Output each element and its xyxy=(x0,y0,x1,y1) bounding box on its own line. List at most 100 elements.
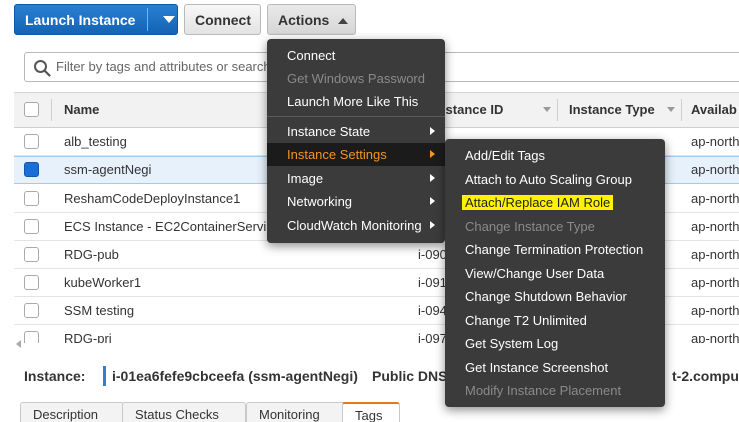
connect-button[interactable]: Connect xyxy=(184,4,261,35)
chevron-up-icon xyxy=(338,18,348,24)
row-checkbox[interactable] xyxy=(24,191,39,206)
launch-instance-button[interactable]: Launch Instance xyxy=(14,4,178,35)
instance-name: ReshamCodeDeployInstance1 xyxy=(64,191,241,206)
instance-id: i-090 xyxy=(418,247,447,262)
menu-item-change-t2-unlimited[interactable]: Change T2 Unlimited xyxy=(445,309,665,332)
menu-item-label: Change Shutdown Behavior xyxy=(465,289,627,304)
selection-indicator xyxy=(103,366,106,386)
column-divider xyxy=(51,99,52,121)
menu-item-instance-state[interactable]: Instance State xyxy=(267,120,445,143)
row-checkbox[interactable] xyxy=(24,247,39,262)
column-header-instance-type[interactable]: Instance Type xyxy=(569,102,655,117)
menu-item-connect[interactable]: Connect xyxy=(267,44,445,67)
menu-item-networking[interactable]: Networking xyxy=(267,190,445,213)
menu-item-get-system-log[interactable]: Get System Log xyxy=(445,332,665,355)
menu-item-change-shutdown-behavior[interactable]: Change Shutdown Behavior xyxy=(445,285,665,308)
menu-item-label: Launch More Like This xyxy=(287,94,419,109)
instance-id: i-091 xyxy=(418,275,447,290)
actions-button[interactable]: Actions xyxy=(267,4,356,35)
menu-item-label: Image xyxy=(287,171,324,186)
launch-instance-label: Launch Instance xyxy=(25,12,136,28)
instance-name: kubeWorker1 xyxy=(64,275,142,290)
availability-zone: ap-north xyxy=(691,303,739,318)
menu-divider xyxy=(267,116,445,117)
row-checkbox[interactable] xyxy=(24,219,39,234)
toolbar: Launch Instance Connect Actions xyxy=(0,0,739,44)
column-header-availability[interactable]: Availab xyxy=(691,102,737,117)
sort-arrow-icon[interactable] xyxy=(543,107,551,112)
tab-description[interactable]: Description xyxy=(20,402,124,422)
connect-label: Connect xyxy=(195,12,251,28)
menu-item-label: Instance State xyxy=(287,124,371,139)
public-dns-value: t-2.compute xyxy=(672,368,739,384)
menu-item-label: Modify Instance Placement xyxy=(465,383,622,398)
sort-arrow-icon[interactable] xyxy=(667,107,675,112)
chevron-right-icon xyxy=(430,174,435,182)
row-checkbox-checked[interactable] xyxy=(24,162,39,177)
menu-item-image[interactable]: Image xyxy=(267,167,445,190)
availability-zone: ap-north xyxy=(691,219,739,234)
tab-label: Tags xyxy=(355,408,383,422)
menu-item-label: Connect xyxy=(287,48,336,63)
public-dns-label: Public DNS xyxy=(372,368,448,384)
row-checkbox[interactable] xyxy=(24,303,39,318)
menu-item-change-instance-type: Change Instance Type xyxy=(445,215,665,238)
column-divider xyxy=(681,99,682,121)
menu-item-attach-replace-iam-role[interactable]: Attach/Replace IAM Role xyxy=(445,191,665,214)
scroll-left-icon[interactable] xyxy=(16,340,21,348)
menu-item-get-instance-screenshot[interactable]: Get Instance Screenshot xyxy=(445,356,665,379)
select-all-checkbox[interactable] xyxy=(24,102,39,117)
menu-item-label: Add/Edit Tags xyxy=(465,148,545,163)
instance-settings-submenu: Add/Edit Tags Attach to Auto Scaling Gro… xyxy=(445,139,665,407)
chevron-down-icon[interactable] xyxy=(163,16,175,23)
instance-label: Instance: xyxy=(24,368,86,384)
menu-item-label: Get System Log xyxy=(465,336,559,351)
availability-zone: ap-north xyxy=(691,275,739,290)
availability-zone: ap-north xyxy=(691,162,739,177)
instance-name: RDG-pub xyxy=(64,247,119,262)
menu-item-get-windows-password: Get Windows Password xyxy=(267,67,445,90)
search-placeholder: Filter by tags and attributes or search xyxy=(56,59,271,74)
tab-label: Status Checks xyxy=(135,407,219,422)
column-header-name[interactable]: Name xyxy=(64,102,99,117)
menu-item-attach-auto-scaling-group[interactable]: Attach to Auto Scaling Group xyxy=(445,168,665,191)
menu-item-label: CloudWatch Monitoring xyxy=(287,218,422,233)
row-checkbox[interactable] xyxy=(24,134,39,149)
menu-item-label: Change T2 Unlimited xyxy=(465,313,587,328)
availability-zone: ap-north xyxy=(691,191,739,206)
menu-item-instance-settings[interactable]: Instance Settings xyxy=(267,143,445,166)
instance-id: i-094 xyxy=(418,303,447,318)
menu-item-launch-more-like-this[interactable]: Launch More Like This xyxy=(267,90,445,113)
menu-item-label: View/Change User Data xyxy=(465,266,605,281)
actions-menu: Connect Get Windows Password Launch More… xyxy=(267,39,445,243)
actions-label: Actions xyxy=(278,12,330,28)
tab-status-checks[interactable]: Status Checks xyxy=(122,402,246,422)
chevron-right-icon xyxy=(430,127,435,135)
availability-zone: ap-north xyxy=(691,247,739,262)
tab-label: Description xyxy=(33,407,99,422)
chevron-right-icon xyxy=(430,150,435,158)
menu-item-label: Change Termination Protection xyxy=(465,242,644,257)
menu-item-label: Change Instance Type xyxy=(465,219,595,234)
menu-item-label: Instance Settings xyxy=(287,147,387,162)
split-divider xyxy=(147,8,148,31)
row-checkbox[interactable] xyxy=(24,275,39,290)
menu-item-add-edit-tags[interactable]: Add/Edit Tags xyxy=(445,144,665,167)
menu-item-view-change-user-data[interactable]: View/Change User Data xyxy=(445,262,665,285)
availability-zone: ap-north xyxy=(691,134,739,149)
chevron-right-icon xyxy=(430,221,435,229)
column-divider xyxy=(557,99,558,121)
instance-name: ssm-agentNegi xyxy=(64,162,152,177)
menu-item-cloudwatch-monitoring[interactable]: CloudWatch Monitoring xyxy=(267,214,445,237)
menu-item-label: Networking xyxy=(287,194,353,209)
menu-item-modify-instance-placement: Modify Instance Placement xyxy=(445,379,665,402)
menu-item-change-termination-protection[interactable]: Change Termination Protection xyxy=(445,238,665,261)
instance-name: SSM testing xyxy=(64,303,135,318)
chevron-right-icon xyxy=(430,197,435,205)
instance-value: i-01ea6fefe9cbceefa (ssm-agentNegi) xyxy=(112,368,358,384)
instance-name: alb_testing xyxy=(64,134,127,149)
menu-item-label: Get Windows Password xyxy=(287,71,425,86)
tab-monitoring[interactable]: Monitoring xyxy=(246,402,352,422)
menu-item-label: Get Instance Screenshot xyxy=(465,360,609,375)
tab-tags[interactable]: Tags xyxy=(342,402,400,422)
